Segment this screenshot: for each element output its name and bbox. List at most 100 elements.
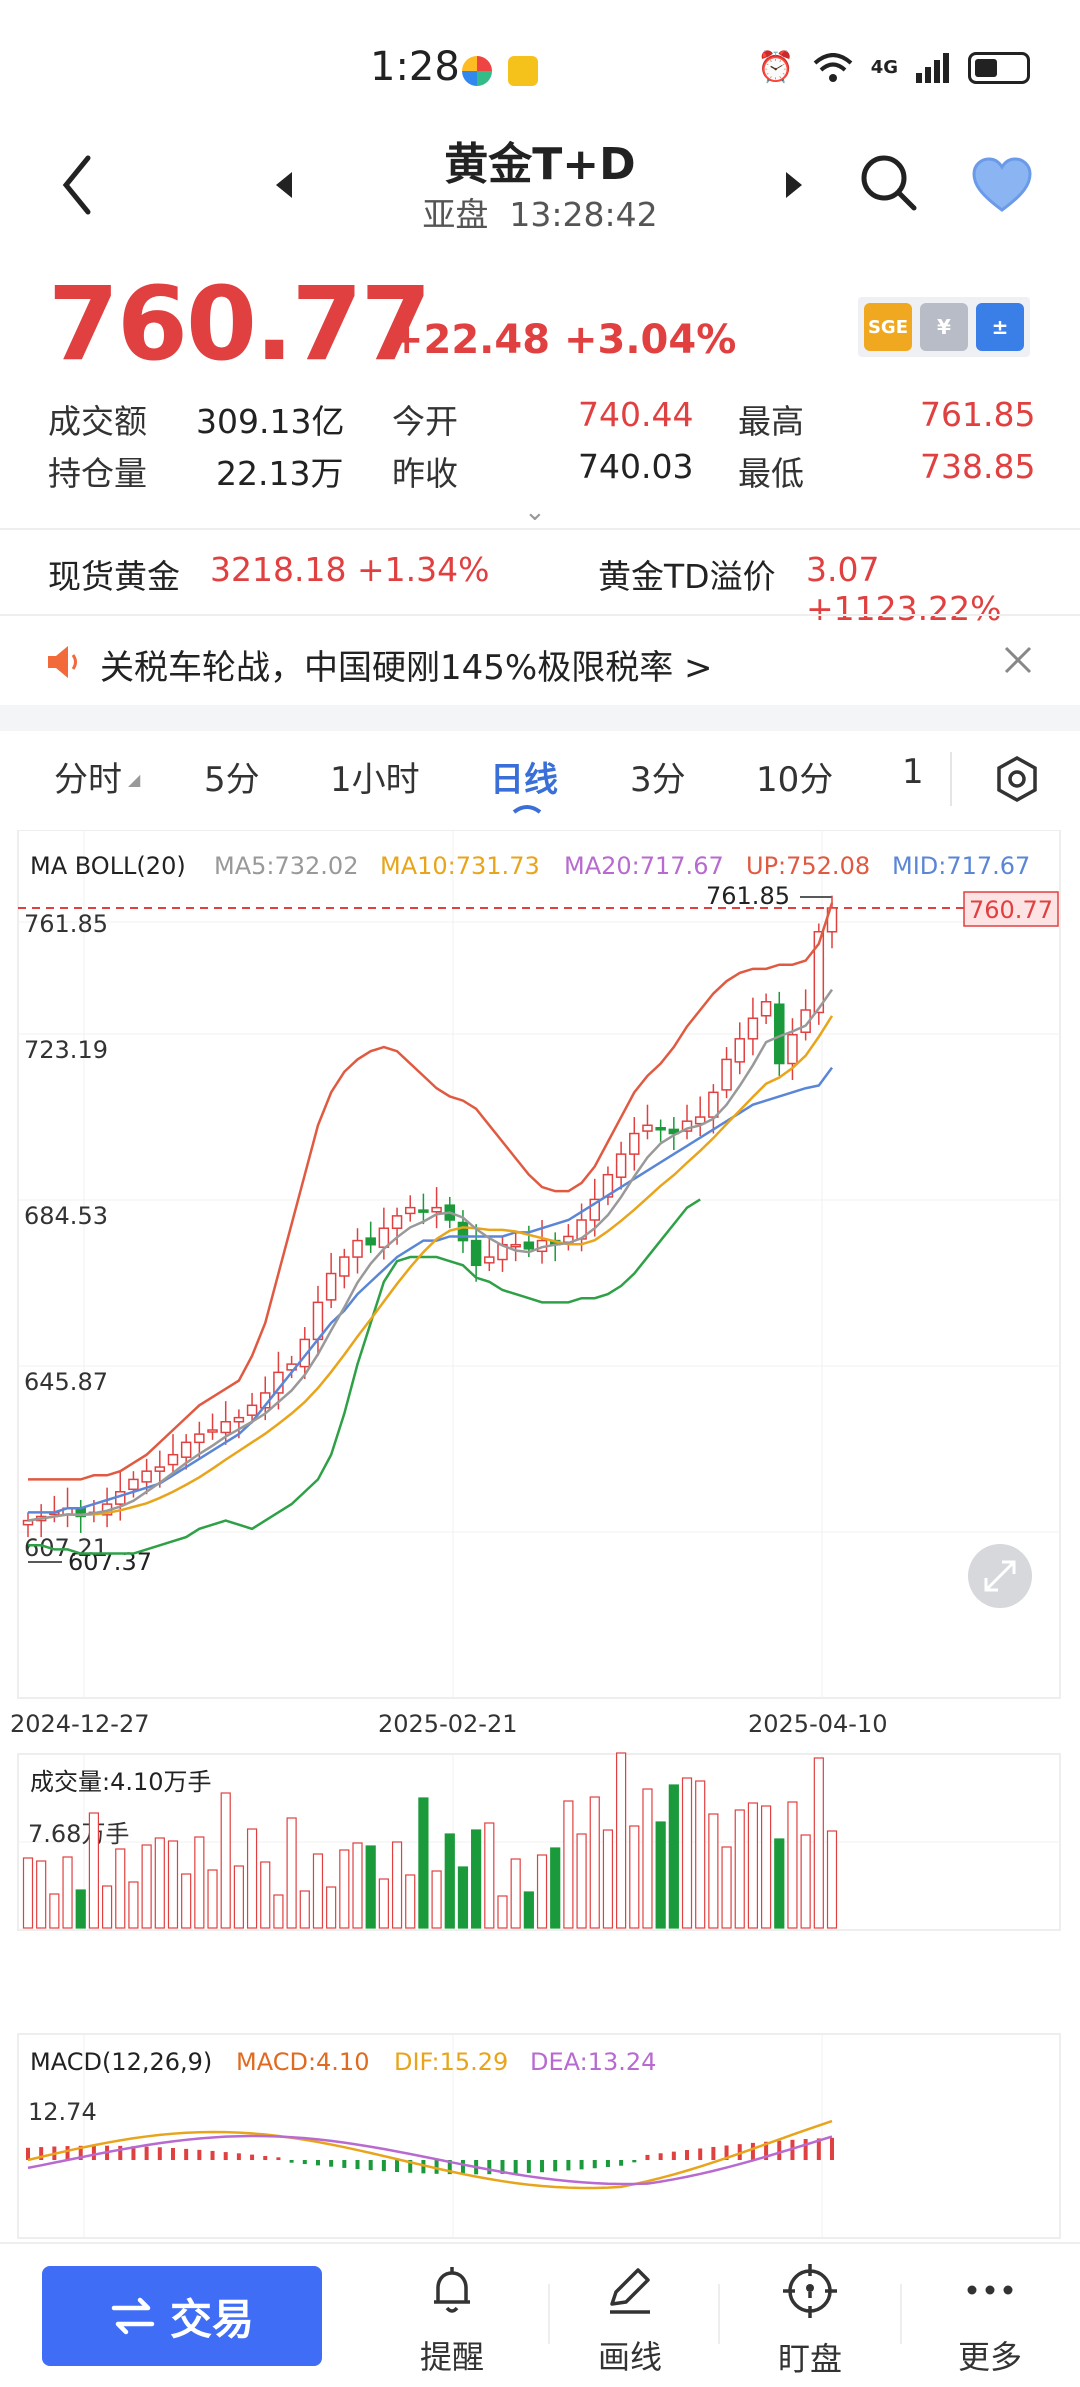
macd-bar	[184, 2148, 189, 2160]
macd-bar	[658, 2153, 663, 2160]
candle	[352, 1239, 363, 1258]
macd-bar	[579, 2160, 584, 2170]
tab-3min[interactable]: 3分	[630, 752, 686, 801]
exchange-badges: SGE ¥ ±	[858, 297, 1030, 357]
change-abs: +22.48	[390, 317, 551, 363]
swap-icon	[111, 2297, 155, 2335]
news-banner[interactable]: 关税车轮战，中国硬刚145%极限税率 >	[0, 620, 1080, 704]
x-tick-label: 2024-12-27	[10, 1710, 149, 1738]
macd-bar	[197, 2149, 202, 2160]
candle	[180, 1441, 192, 1458]
volume-bar	[128, 1881, 139, 1929]
volume-bar	[497, 1895, 508, 1929]
last-price: 760.77	[48, 265, 432, 384]
volume-bar	[75, 1889, 86, 1929]
volume-bar	[115, 1848, 126, 1929]
candle	[339, 1256, 350, 1277]
macd-bar	[777, 2140, 782, 2160]
volume-bar	[708, 1813, 719, 1929]
open-label: 今开	[392, 402, 458, 441]
prev-close-label: 昨收	[392, 454, 458, 493]
volume-bar	[747, 1802, 759, 1929]
close-icon[interactable]	[1000, 642, 1036, 678]
candle	[510, 1243, 521, 1248]
alert-button[interactable]: 提醒	[392, 2262, 512, 2378]
candle	[523, 1241, 535, 1250]
macd-bar	[289, 2160, 294, 2163]
macd-bar	[632, 2160, 637, 2163]
calculator-icon[interactable]: ±	[976, 303, 1024, 351]
candle	[325, 1272, 337, 1301]
volume-bar	[207, 1869, 218, 1929]
exchange-rate-icon[interactable]: ¥	[920, 303, 968, 351]
volume-bar	[352, 1842, 363, 1929]
divider	[0, 614, 1080, 616]
macd-bar	[750, 2142, 755, 2160]
macd-bar	[685, 2150, 690, 2160]
candle	[391, 1215, 403, 1229]
related-quotes[interactable]: 现货黄金 3218.18 +1.34% 黄金TD溢价 3.07 +1123.22…	[0, 532, 1080, 628]
volume-bar	[760, 1805, 772, 1929]
macd-bar	[342, 2160, 347, 2168]
tab-daily[interactable]: 日线	[490, 752, 558, 801]
tab-dropdown-icon[interactable]: ◢	[128, 770, 140, 789]
draw-button[interactable]: 画线	[570, 2262, 690, 2378]
volume-bar	[405, 1874, 416, 1929]
volume-bar	[444, 1833, 455, 1929]
trade-button[interactable]: 交易	[42, 2266, 322, 2366]
chart-settings-icon[interactable]	[992, 754, 1042, 804]
candle	[655, 1127, 666, 1131]
favorite-heart-icon[interactable]	[970, 156, 1034, 214]
separator	[900, 2284, 902, 2344]
oi-value: 22.13万	[216, 454, 344, 493]
sge-badge-text: SGE	[867, 316, 909, 338]
candle	[194, 1433, 205, 1444]
expand-chevron-icon[interactable]: ⌄	[524, 497, 546, 527]
low-label: 最低	[738, 454, 804, 493]
separator	[548, 2284, 550, 2344]
macd-bar	[315, 2160, 320, 2166]
macd-bar	[250, 2154, 255, 2160]
volume-bar	[523, 1891, 534, 1929]
status-right-icons: ⏰ 4G	[757, 50, 1030, 85]
volume-bar	[668, 1784, 679, 1929]
kline-chart[interactable]: MA BOLL(20) MA5:732.02 MA10:731.73 MA20:…	[0, 830, 1080, 2240]
turnover-value: 309.13亿	[196, 402, 345, 441]
macd-bar	[65, 2146, 70, 2160]
last-price-tag-text: 760.77	[969, 896, 1053, 924]
volume-bar	[576, 1833, 587, 1929]
tab-1hour[interactable]: 1小时	[330, 752, 420, 801]
candle	[457, 1221, 469, 1242]
search-icon[interactable]	[856, 150, 920, 214]
volume-tick: 7.68万手	[28, 1820, 129, 1848]
tab-5min[interactable]: 5分	[204, 752, 260, 801]
signal-icon	[916, 52, 949, 83]
open-value: 740.44	[578, 395, 694, 434]
volume-bar	[602, 1829, 614, 1929]
volume-bar	[484, 1822, 495, 1929]
next-contract-icon[interactable]	[782, 170, 806, 200]
legend-macd: MACD:4.10	[236, 2048, 369, 2076]
volume-bar	[167, 1840, 179, 1929]
nav-bar: 黄金T+D 亚盘 13:28:42	[0, 120, 1080, 250]
tab-10min[interactable]: 10分	[756, 752, 833, 801]
candle	[246, 1404, 258, 1416]
watch-button[interactable]: 盯盘	[750, 2262, 870, 2380]
tab-more-periods[interactable]: 1	[902, 752, 924, 792]
volume-bar	[154, 1837, 165, 1929]
volume-bar	[233, 1865, 244, 1929]
sge-badge[interactable]: SGE	[864, 303, 912, 351]
volume-bar	[391, 1841, 403, 1929]
session-clock: 13:28:42	[509, 195, 658, 234]
chart-title[interactable]: MA BOLL(20)	[30, 852, 186, 880]
macd-bar	[223, 2152, 228, 2160]
candle	[629, 1132, 640, 1155]
macd-bar	[698, 2148, 703, 2160]
chart-area[interactable]: MA BOLL(20) MA5:732.02 MA10:731.73 MA20:…	[0, 830, 1080, 2240]
watch-label: 盯盘	[777, 2340, 842, 2378]
more-button[interactable]: 更多	[930, 2262, 1050, 2378]
candle	[747, 1017, 759, 1040]
macd-bar	[513, 2160, 518, 2174]
tab-intraday[interactable]: 分时	[54, 752, 122, 801]
macd-bar	[118, 2145, 123, 2160]
